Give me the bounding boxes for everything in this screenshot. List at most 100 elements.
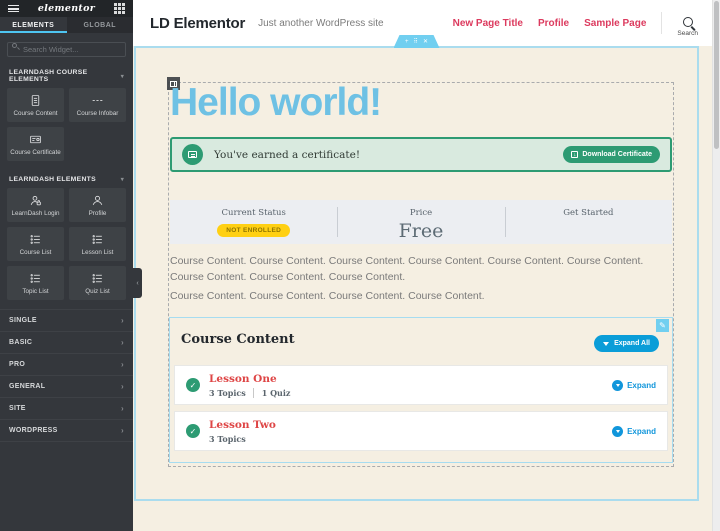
course-infobar: Current Status NOT ENROLLED Price Free G… [170, 200, 672, 244]
widget-label: Topic List [22, 287, 49, 295]
site-title: LD Elementor [150, 14, 246, 32]
expand-all-button[interactable]: Expand All [594, 335, 659, 352]
document-icon [31, 94, 40, 106]
widget-label: Course Content [13, 109, 58, 117]
widgets-grid-icon[interactable] [113, 3, 117, 6]
widget-learndash-login[interactable]: LearnDash Login [7, 188, 64, 222]
panel-collapse-handle[interactable]: ‹ [133, 268, 142, 298]
panel-tabs: ELEMENTS GLOBAL [0, 17, 133, 33]
category-title: GENERAL [9, 383, 46, 390]
page-heading[interactable]: Hello world! [170, 82, 382, 124]
list-icon [30, 234, 40, 244]
lesson-info: Lesson Two 3 Topics [209, 419, 276, 444]
category-learndash-course-elements[interactable]: LEARNDASH COURSE ELEMENTS ▾ [0, 63, 133, 88]
nav-link-new-page-title[interactable]: New Page Title [453, 18, 523, 29]
certificate-message: You've earned a certificate! [214, 148, 361, 161]
widget-course-content[interactable]: Course Content [7, 88, 64, 122]
get-started-label: Get Started [563, 208, 614, 218]
infobar-price-column: Price Free [337, 200, 504, 244]
lesson-title[interactable]: Lesson Two [209, 419, 276, 431]
site-nav: New Page Title Profile Sample Page [453, 18, 647, 29]
widget-course-infobar[interactable]: Course Infobar [69, 88, 126, 122]
lesson-meta: 3 Topics 1 Quiz [209, 387, 290, 398]
chevron-right-icon: › [121, 359, 124, 369]
edit-widget-handle[interactable]: ✎ [656, 319, 669, 332]
widget-topic-list[interactable]: Topic List [7, 266, 64, 300]
lesson-title[interactable]: Lesson One [209, 373, 290, 385]
chevron-down-icon: ▾ [120, 73, 124, 80]
tab-elements[interactable]: ELEMENTS [0, 17, 67, 33]
category-single[interactable]: SINGLE › [0, 309, 133, 331]
category-title: SITE [9, 405, 26, 412]
chevron-down-circle-icon [612, 379, 624, 391]
chevron-left-icon: ‹ [136, 279, 139, 287]
site-tagline: Just another WordPress site [258, 17, 384, 29]
chevron-down-icon [615, 383, 620, 387]
widget-label: Course Infobar [76, 109, 119, 117]
certificate-icon [188, 151, 197, 158]
infobar-divider [337, 207, 339, 237]
certificate-badge [182, 144, 203, 165]
widget-search-input[interactable] [7, 42, 126, 57]
chevron-right-icon: › [121, 425, 124, 435]
download-certificate-button[interactable]: ↓ Download Certificate [563, 146, 660, 163]
course-description-paragraph[interactable]: Course Content. Course Content. Course C… [170, 289, 673, 305]
category-title: LEARNDASH ELEMENTS [9, 176, 96, 183]
header-search[interactable]: Search [677, 17, 698, 37]
widget-label: Course List [19, 248, 52, 256]
lesson-expand-button[interactable]: Expand [612, 379, 656, 391]
lesson-topics-count: 3 Topics [209, 387, 246, 398]
certificate-icon [30, 135, 41, 143]
category-title: SINGLE [9, 317, 37, 324]
list-icon [92, 273, 102, 283]
category-site[interactable]: SITE › [0, 397, 133, 419]
lesson-expand-button[interactable]: Expand [612, 425, 656, 437]
expand-all-label: Expand All [614, 340, 650, 347]
lesson-quiz-count: 1 Quiz [252, 387, 290, 398]
expand-label: Expand [627, 426, 656, 436]
nav-link-profile[interactable]: Profile [538, 18, 569, 29]
course-content-heading: Course Content [181, 332, 295, 347]
lesson-row: ✓ Lesson One 3 Topics 1 Quiz Expand [174, 365, 668, 405]
category-general[interactable]: GENERAL › [0, 375, 133, 397]
category-title: LEARNDASH COURSE ELEMENTS [9, 69, 88, 83]
category-basic[interactable]: BASIC › [0, 331, 133, 353]
chevron-right-icon: › [121, 381, 124, 391]
tab-global[interactable]: GLOBAL [67, 17, 134, 33]
widget-category-accordion: SINGLE › BASIC › PRO › GENERAL › SITE › WORDP… [0, 309, 133, 442]
category-title: PRO [9, 361, 26, 368]
category-title: BASIC [9, 339, 33, 346]
course-description-paragraph[interactable]: Course Content. Course Content. Course C… [170, 254, 673, 285]
lesson-row: ✓ Lesson Two 3 Topics Expand [174, 411, 668, 451]
widget-lesson-list[interactable]: Lesson List [69, 227, 126, 261]
nav-link-sample-page[interactable]: Sample Page [584, 18, 646, 29]
category-wordpress[interactable]: WORDPRESS › [0, 419, 133, 441]
chevron-down-icon [603, 341, 610, 346]
chevron-right-icon: › [121, 337, 124, 347]
category-title: WORDPRESS [9, 427, 58, 434]
download-icon: ↓ [571, 151, 579, 158]
widget-search [7, 39, 126, 57]
chevron-down-circle-icon [612, 425, 624, 437]
status-badge: NOT ENROLLED [217, 224, 291, 237]
hamburger-menu-icon[interactable] [8, 5, 19, 12]
lesson-complete-icon: ✓ [186, 424, 200, 438]
expand-label: Expand [627, 380, 656, 390]
widget-label: Profile [88, 209, 107, 217]
category-pro[interactable]: PRO › [0, 353, 133, 375]
search-icon [682, 17, 693, 27]
category-learndash-elements[interactable]: LEARNDASH ELEMENTS ▾ [0, 170, 133, 188]
chevron-down-icon [615, 429, 620, 433]
course-content-widget: ✎ Course Content Expand All ✓ Lesson One… [169, 317, 673, 463]
widget-profile[interactable]: Profile [69, 188, 126, 222]
preview-scrollbar [712, 0, 720, 531]
widget-label: Lesson List [81, 248, 114, 256]
widget-quiz-list[interactable]: Quiz List [69, 266, 126, 300]
price-label: Price [409, 208, 433, 218]
download-certificate-label: Download Certificate [582, 151, 652, 158]
widget-course-list[interactable]: Course List [7, 227, 64, 261]
page-canvas: + ⠿ ✕ Hello world! You've earned a certi… [133, 35, 712, 531]
scrollbar-thumb[interactable] [714, 1, 719, 149]
widget-course-certificate[interactable]: Course Certificate [7, 127, 64, 161]
user-lock-icon [30, 195, 41, 205]
